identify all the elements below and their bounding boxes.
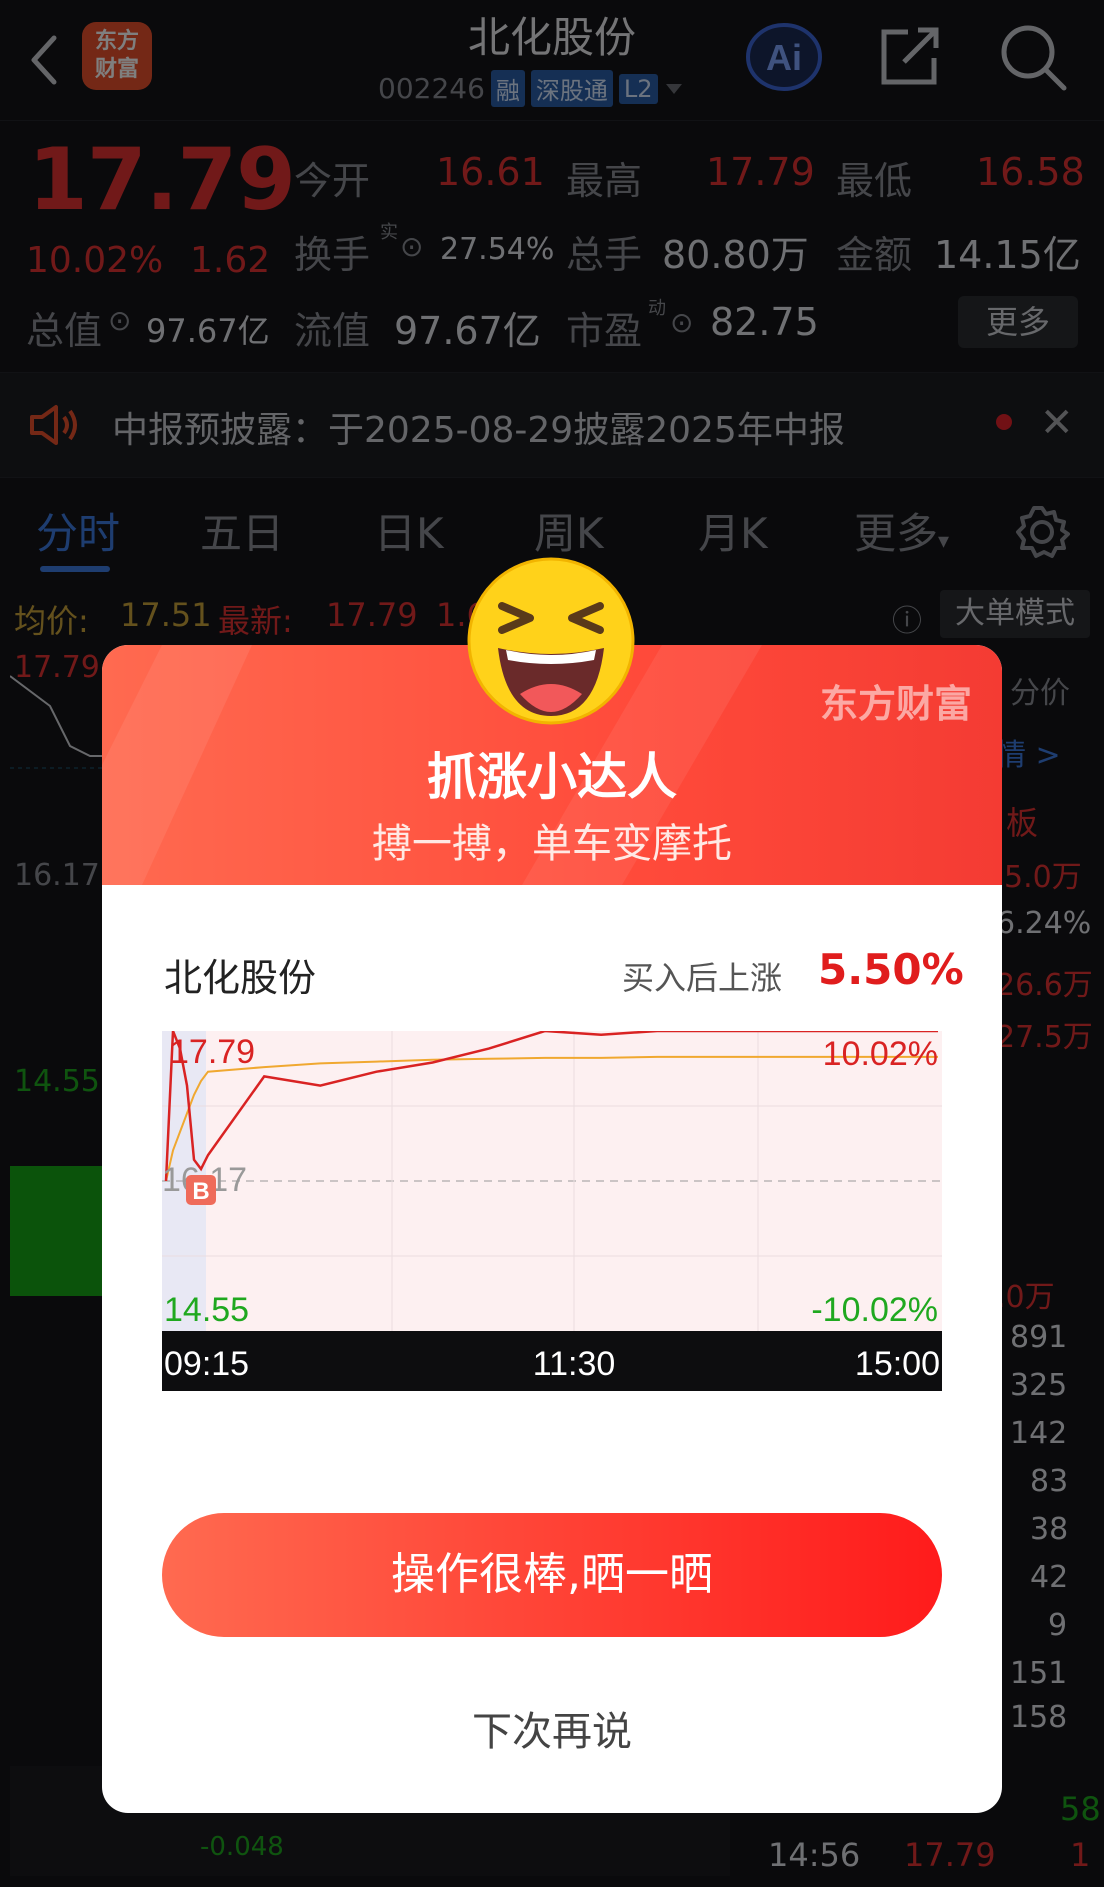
y-label-high: 17.79 bbox=[170, 1033, 255, 1071]
achievement-modal: 东方财富 抓涨小达人 搏一搏，单车变摩托 北化股份 买入后上涨 5.50% 17… bbox=[102, 645, 1002, 1813]
buy-marker: B bbox=[186, 1174, 216, 1205]
share-result-button[interactable]: 操作很棒,晒一晒 bbox=[162, 1513, 942, 1637]
y-label-right-high: 10.02% bbox=[823, 1035, 938, 1073]
x-tick-start: 09:15 bbox=[164, 1345, 249, 1383]
modal-title: 抓涨小达人 bbox=[427, 748, 677, 806]
modal-brand-logo: 东方财富 bbox=[819, 682, 972, 726]
rise-label: 买入后上涨 bbox=[622, 959, 783, 997]
rise-value: 5.50% bbox=[818, 945, 964, 994]
modal-subtitle: 搏一搏，单车变摩托 bbox=[372, 821, 732, 867]
mini-intraday-chart: 17.79 16.17 14.55 10.02% -10.02% 09:15 1… bbox=[162, 1031, 942, 1391]
dismiss-later-link[interactable]: 下次再说 bbox=[102, 1699, 1002, 1757]
y-label-right-low: -10.02% bbox=[811, 1291, 938, 1329]
buy-marker-label: B bbox=[192, 1178, 209, 1205]
laughing-emoji-icon bbox=[467, 557, 635, 725]
x-tick-mid: 11:30 bbox=[533, 1345, 616, 1383]
x-tick-end: 15:00 bbox=[855, 1345, 940, 1383]
y-label-low: 14.55 bbox=[164, 1291, 249, 1329]
modal-stock-name: 北化股份 bbox=[164, 956, 317, 1000]
